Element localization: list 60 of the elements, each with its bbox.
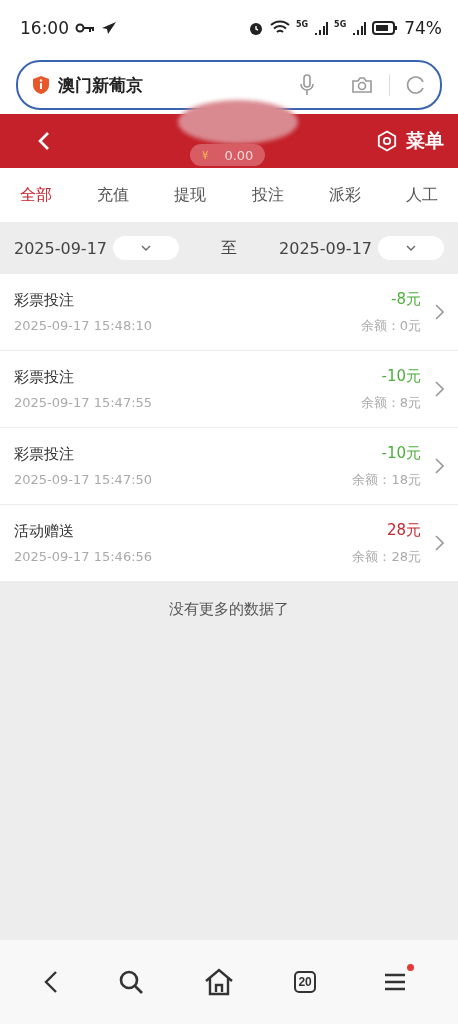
- site-name: 澳门新葡京: [58, 73, 144, 97]
- chevron-icon: [435, 304, 444, 320]
- menu-icon: [383, 972, 406, 992]
- record-balance: 余额：18元: [352, 470, 421, 489]
- filter-tab[interactable]: 充值: [97, 180, 130, 210]
- send-icon: [101, 21, 117, 35]
- start-date: 2025-09-17: [14, 238, 107, 258]
- filter-tab[interactable]: 投注: [251, 180, 284, 210]
- filter-tab[interactable]: 派彩: [328, 180, 361, 210]
- battery-icon: [372, 21, 399, 35]
- record-amount: -10元: [381, 443, 421, 463]
- date-separator: 至: [221, 237, 237, 259]
- camera-icon[interactable]: [351, 76, 373, 94]
- record-row[interactable]: 活动赠送 2025-09-17 15:46:56 28元 余额：28元: [0, 505, 458, 581]
- home-button[interactable]: [204, 968, 235, 996]
- end-message: 没有更多的数据了: [168, 599, 290, 620]
- tabs-button[interactable]: 20: [294, 971, 316, 993]
- record-row[interactable]: 彩票投注 2025-09-17 15:47:50 -10元 余额：18元: [0, 428, 458, 504]
- record-title: 彩票投注: [14, 368, 75, 387]
- record-time: 2025-09-17 15:47:55: [14, 395, 154, 410]
- filter-tab[interactable]: 人工: [405, 180, 438, 210]
- chevron-icon: [435, 458, 444, 474]
- balance-badge: ¥ 0.00: [190, 144, 266, 166]
- alarm-icon: [247, 20, 264, 36]
- search-button[interactable]: [118, 969, 145, 995]
- gear-icon: [376, 130, 398, 152]
- battery-percent: 74%: [404, 18, 442, 38]
- filter-tab[interactable]: 提现: [174, 180, 207, 210]
- signal-icon: [314, 21, 329, 35]
- record-title: 彩票投注: [14, 445, 75, 464]
- record-time: 2025-09-17 15:46:56: [14, 549, 154, 564]
- network-label: 5G: [295, 20, 309, 29]
- record-balance: 余额：8元: [360, 393, 421, 412]
- record-row[interactable]: 彩票投注 2025-09-17 15:47:55 -10元 余额：8元: [0, 351, 458, 427]
- key-icon: [75, 22, 95, 34]
- record-row[interactable]: 彩票投注 2025-09-17 15:48:10 -8元 余额：0元: [0, 274, 458, 350]
- clock-time: 16:00: [20, 18, 69, 38]
- signal-icon: [352, 21, 367, 35]
- caret-icon: [141, 245, 151, 251]
- record-time: 2025-09-17 15:48:10: [14, 318, 154, 333]
- microphone-icon[interactable]: [299, 74, 315, 96]
- network-label: 5G: [334, 20, 347, 29]
- menu-button[interactable]: 菜单: [376, 128, 444, 154]
- back-button[interactable]: [44, 970, 59, 994]
- filter-tab[interactable]: 全部: [20, 180, 52, 210]
- record-time: 2025-09-17 15:47:50: [14, 472, 154, 487]
- chevron-icon: [435, 381, 444, 397]
- back-icon[interactable]: [38, 131, 50, 151]
- record-amount: 28元: [386, 520, 421, 540]
- record-title: 彩票投注: [14, 291, 75, 310]
- caret-icon: [406, 245, 416, 251]
- shield-icon: [32, 75, 50, 95]
- record-amount: -8元: [391, 289, 421, 309]
- chevron-icon: [435, 535, 444, 551]
- record-title: 活动赠送: [14, 522, 75, 541]
- record-balance: 余额：28元: [352, 547, 421, 566]
- record-balance: 余额：0元: [360, 316, 421, 335]
- refresh-icon[interactable]: [406, 75, 426, 95]
- end-date: 2025-09-17: [279, 238, 372, 258]
- record-amount: -10元: [381, 366, 421, 386]
